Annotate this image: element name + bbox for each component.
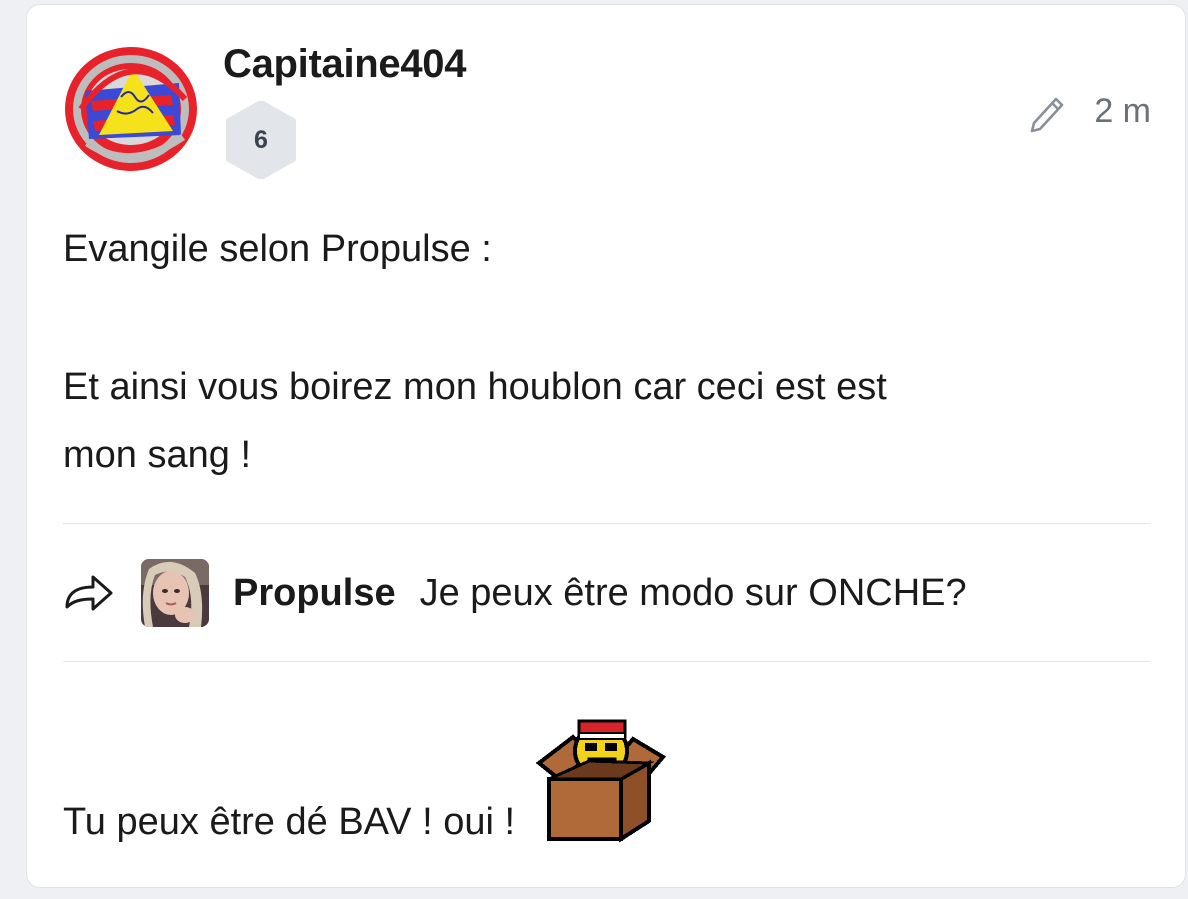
quote-author-name[interactable]: Propulse xyxy=(233,572,396,615)
level-number: 6 xyxy=(254,126,268,154)
post-meta: 2 m xyxy=(1026,87,1151,135)
reply-line: Tu peux être dé BAV ! oui ! xyxy=(63,701,671,851)
author-avatar[interactable] xyxy=(61,39,201,179)
post-body-line: Evangile selon Propulse : xyxy=(63,228,492,270)
author-username[interactable]: Capitaine404 xyxy=(223,41,466,87)
post-body-line: mon sang ! xyxy=(63,434,251,476)
quote-text: Je peux être modo sur ONCHE? xyxy=(419,571,967,614)
post-time: 2 m xyxy=(1094,92,1151,130)
post-body-line: Et ainsi vous boirez mon houblon car cec… xyxy=(63,366,887,408)
post-card: Capitaine404 6 2 m Evangile selon Propul… xyxy=(26,4,1186,888)
pencil-icon[interactable] xyxy=(1026,89,1068,133)
share-arrow-icon xyxy=(65,575,113,611)
quoted-message[interactable]: Propulse Je peux être modo sur ONCHE? xyxy=(63,557,967,629)
divider xyxy=(63,523,1151,524)
level-badge: 6 xyxy=(223,101,299,179)
reply-text: Tu peux être dé BAV ! oui ! xyxy=(63,801,516,843)
smiley-in-box-sticker xyxy=(535,719,667,843)
divider xyxy=(63,661,1151,662)
quote-author-avatar[interactable] xyxy=(141,559,209,627)
